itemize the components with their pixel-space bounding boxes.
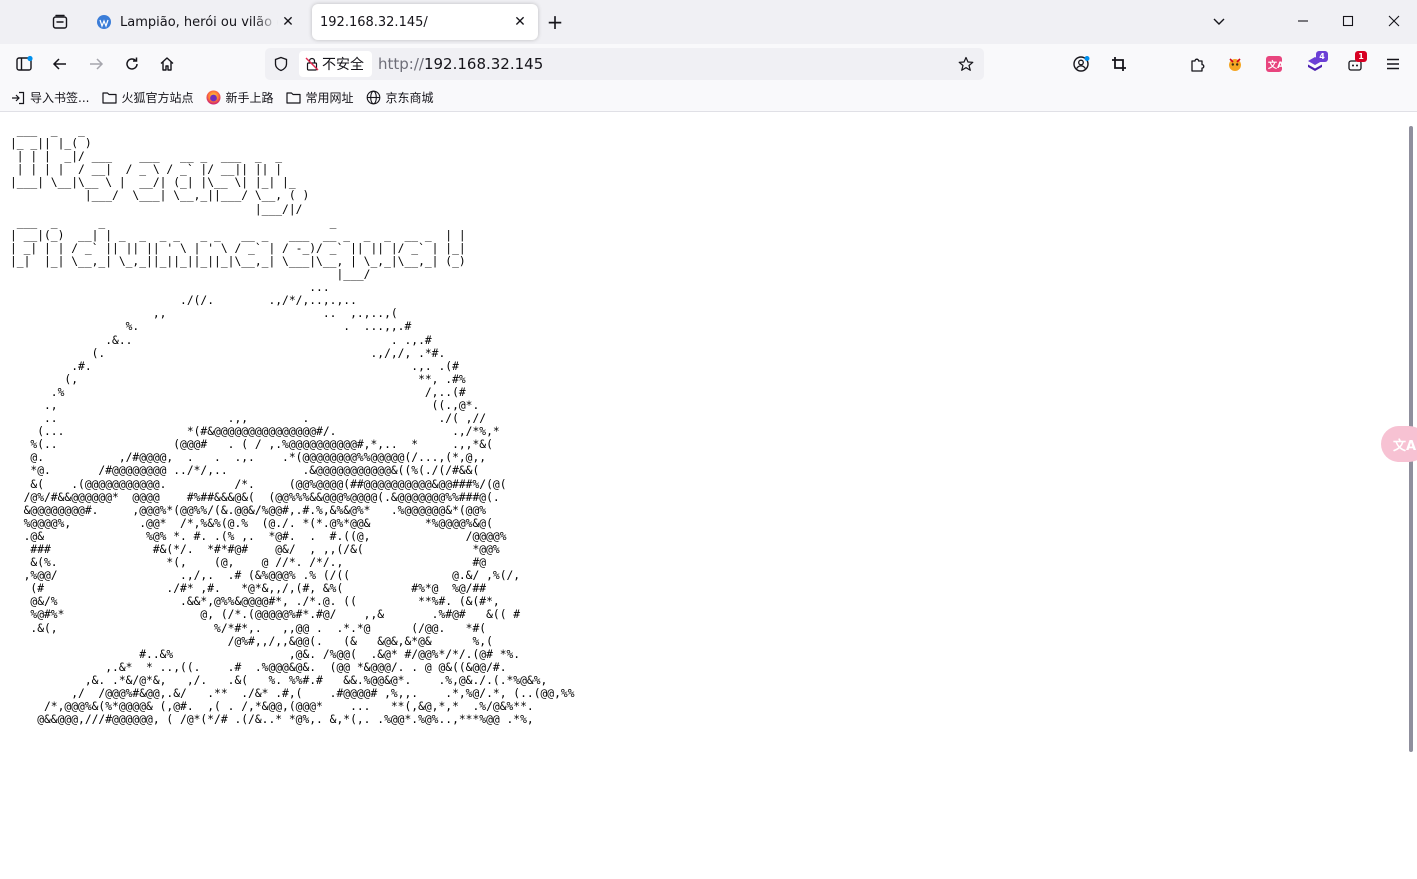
bookmark-getting-started[interactable]: 新手上路 bbox=[205, 87, 273, 109]
url-scheme: http:// bbox=[378, 55, 424, 73]
star-icon bbox=[958, 56, 974, 71]
firefox-view-icon bbox=[52, 14, 68, 29]
ascii-art: ___ _ _ |_ _|| |_( ) | | | _|/ ___ ___ _… bbox=[10, 124, 575, 727]
firefox-icon bbox=[205, 90, 221, 106]
bookmark-firefox-official[interactable]: 火狐官方站点 bbox=[101, 87, 193, 109]
wordpress-favicon-icon bbox=[96, 14, 112, 30]
import-icon bbox=[10, 90, 26, 106]
list-all-tabs-button[interactable] bbox=[1196, 0, 1242, 42]
home-icon bbox=[160, 57, 174, 71]
firefox-view-button[interactable] bbox=[44, 7, 76, 37]
maximize-button[interactable] bbox=[1325, 0, 1371, 42]
puzzle-icon bbox=[1190, 58, 1204, 72]
tab-title: Lampião, herói ou vilão do Sertão? bbox=[120, 14, 278, 30]
purple-extension-badge: 4 bbox=[1316, 51, 1328, 62]
page-content: ___ _ _ |_ _|| |_( ) | | | _|/ ___ ___ _… bbox=[0, 113, 1417, 879]
monkey-icon bbox=[1229, 58, 1241, 71]
account-button[interactable] bbox=[1065, 48, 1097, 80]
new-tab-button[interactable]: + bbox=[541, 8, 569, 36]
arrow-left-icon bbox=[52, 58, 66, 70]
insecure-label: 不安全 bbox=[322, 57, 364, 73]
reload-icon bbox=[126, 57, 138, 70]
crop-icon bbox=[1112, 57, 1126, 71]
insecure-lock-icon bbox=[305, 57, 319, 71]
close-icon bbox=[1388, 15, 1400, 27]
arrow-right-icon bbox=[90, 58, 104, 70]
tracking-protection-button[interactable] bbox=[267, 50, 295, 78]
url-bar[interactable]: 不安全 http://192.168.32.145 bbox=[265, 48, 984, 80]
extension-purple-button[interactable]: 4 bbox=[1299, 48, 1331, 80]
bookmark-common-sites[interactable]: 常用网址 bbox=[285, 87, 354, 109]
plus-icon: + bbox=[546, 10, 564, 34]
connection-insecure-badge[interactable]: 不安全 bbox=[299, 51, 372, 77]
tab-lampiao[interactable]: Lampião, herói ou vilão do Sertão? ✕ bbox=[88, 4, 306, 40]
sidebar-icon bbox=[16, 55, 33, 71]
bookmark-label: 常用网址 bbox=[305, 91, 354, 105]
tab-title: 192.168.32.145/ bbox=[320, 14, 428, 30]
url-text[interactable]: http://192.168.32.145 bbox=[378, 55, 952, 73]
translate-icon: 文A bbox=[1393, 438, 1417, 454]
bookmark-jd[interactable]: 京东商城 bbox=[366, 87, 434, 109]
bookmarks-toolbar: 导入书签... 火狐官方站点 新手上路 常用网址 京东商城 bbox=[0, 84, 1417, 112]
bookmark-label: 京东商城 bbox=[385, 91, 434, 105]
red-extension-badge: 1 bbox=[1355, 51, 1367, 62]
home-button[interactable] bbox=[151, 48, 183, 80]
account-icon bbox=[1073, 56, 1090, 72]
tab-current[interactable]: 192.168.32.145/ ✕ bbox=[312, 4, 538, 40]
back-button[interactable] bbox=[44, 48, 76, 80]
extensions-button[interactable] bbox=[1181, 48, 1213, 80]
navigation-toolbar: 不安全 http://192.168.32.145 文A 4 1 bbox=[0, 44, 1417, 84]
folder-icon bbox=[285, 90, 301, 106]
forward-button[interactable] bbox=[80, 48, 112, 80]
chevron-down-icon bbox=[1213, 18, 1225, 25]
bookmark-label: 新手上路 bbox=[225, 91, 274, 105]
close-tab-icon[interactable]: ✕ bbox=[278, 12, 298, 32]
bookmark-label: 导入书签... bbox=[30, 91, 90, 105]
folder-icon bbox=[101, 90, 117, 106]
hamburger-menu-icon bbox=[1387, 58, 1399, 70]
maximize-icon bbox=[1342, 15, 1354, 27]
svg-text:文A: 文A bbox=[1267, 59, 1283, 71]
url-host: 192.168.32.145 bbox=[423, 55, 544, 73]
translate-icon: 文A bbox=[1266, 56, 1283, 72]
bookmark-star-button[interactable] bbox=[952, 50, 980, 78]
extension-red-button[interactable]: 1 bbox=[1339, 48, 1371, 80]
close-tab-icon[interactable]: ✕ bbox=[510, 12, 530, 32]
sidebar-button[interactable] bbox=[8, 48, 40, 80]
bookmark-import[interactable]: 导入书签... bbox=[10, 87, 89, 109]
minimize-icon bbox=[1298, 20, 1308, 22]
app-menu-button[interactable] bbox=[1377, 48, 1409, 80]
bookmark-label: 火狐官方站点 bbox=[121, 91, 194, 105]
minimize-button[interactable] bbox=[1280, 0, 1326, 42]
screenshot-crop-button[interactable] bbox=[1103, 48, 1135, 80]
close-window-button[interactable] bbox=[1371, 0, 1417, 42]
extension-translate-button[interactable]: 文A bbox=[1258, 48, 1290, 80]
shield-icon bbox=[274, 56, 288, 72]
extension-tampermonkey-button[interactable] bbox=[1219, 48, 1251, 80]
tab-strip: Lampião, herói ou vilão do Sertão? ✕ 192… bbox=[0, 0, 1417, 44]
reload-button[interactable] bbox=[116, 48, 148, 80]
globe-icon bbox=[366, 90, 382, 106]
floating-translate-button[interactable]: 文A bbox=[1381, 426, 1417, 462]
